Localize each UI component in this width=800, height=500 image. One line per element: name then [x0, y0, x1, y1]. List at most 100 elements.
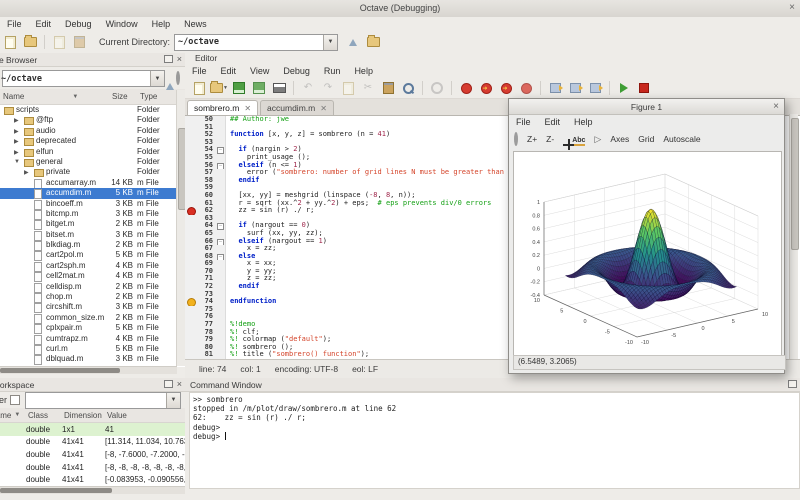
fold-margin[interactable] — [216, 176, 226, 185]
editor-menu-help[interactable]: Help — [347, 66, 380, 76]
remove-breakpoints-button[interactable] — [517, 80, 535, 96]
close-icon[interactable]: × — [177, 380, 182, 389]
file-row[interactable]: scripts Folder — [0, 105, 185, 115]
editor-vertical-scrollbar[interactable] — [789, 114, 799, 360]
workspace-horizontal-scrollbar[interactable] — [0, 486, 185, 494]
file-row[interactable]: cart2pol.m 5 KB m File — [0, 250, 185, 262]
fold-margin[interactable]: – — [216, 161, 226, 170]
expand-icon[interactable]: ▶ — [14, 138, 19, 145]
chevron-down-icon[interactable]: ▼ — [150, 71, 164, 86]
fold-margin[interactable] — [216, 313, 226, 322]
new-file-button[interactable] — [190, 80, 208, 96]
copy-button[interactable] — [339, 80, 357, 96]
tab-close-icon[interactable]: ✕ — [320, 104, 327, 113]
directory-up-button[interactable] — [344, 34, 362, 50]
fold-margin[interactable] — [216, 321, 226, 329]
fold-margin[interactable] — [216, 275, 226, 284]
figure-window[interactable]: Figure 1 × File Edit Help Z+ Z- Abc ▷ Axes… — [508, 98, 786, 374]
file-row[interactable]: circshift.m 3 KB m File — [0, 302, 185, 314]
print-button[interactable] — [270, 80, 288, 96]
fold-margin[interactable] — [216, 116, 226, 124]
fold-margin[interactable] — [216, 305, 226, 314]
editor-menu-edit[interactable]: Edit — [214, 66, 244, 76]
column-type[interactable]: Type — [140, 92, 157, 101]
file-row[interactable]: cumtrapz.m 4 KB m File — [0, 334, 185, 345]
figure-menu-file[interactable]: File — [509, 117, 538, 127]
zoom-in-button[interactable]: Z+ — [527, 134, 537, 144]
fold-margin[interactable] — [216, 131, 226, 139]
file-row[interactable]: dblquad.m 3 KB m File — [0, 354, 185, 366]
scrollbar-thumb[interactable] — [791, 118, 799, 250]
breakpoint-margin[interactable] — [185, 214, 196, 223]
editor-menu-run[interactable]: Run — [317, 66, 348, 76]
fold-margin[interactable] — [216, 153, 226, 162]
sort-descending-icon[interactable]: ▼ — [72, 94, 78, 100]
fold-margin[interactable] — [216, 290, 226, 299]
toggle-breakpoint-button[interactable] — [457, 80, 475, 96]
breakpoint-margin[interactable] — [185, 131, 196, 139]
save-file-as-button[interactable] — [250, 80, 268, 96]
menu-debug[interactable]: Debug — [58, 19, 99, 29]
editor-menu-debug[interactable]: Debug — [276, 66, 317, 76]
breakpoint-margin[interactable] — [185, 267, 196, 276]
workspace-row[interactable]: double 1x1 41 — [0, 423, 185, 436]
breakpoint-margin[interactable] — [185, 336, 196, 344]
fold-margin[interactable] — [216, 328, 226, 337]
column-name[interactable]: Name — [3, 92, 24, 101]
insert-text-button[interactable]: Abc — [572, 134, 586, 146]
expand-icon[interactable]: ▶ — [14, 128, 19, 135]
save-file-button[interactable] — [230, 80, 248, 96]
breakpoint-margin[interactable] — [185, 123, 196, 132]
open-file-button[interactable] — [21, 34, 39, 50]
figure-close-icon[interactable]: × — [773, 101, 779, 113]
file-row[interactable]: cart2sph.m 4 KB m File — [0, 261, 185, 272]
fold-margin[interactable] — [216, 199, 226, 208]
breakpoint-margin[interactable] — [185, 313, 196, 322]
column-class[interactable]: Class — [28, 411, 48, 420]
browse-directory-button[interactable] — [364, 34, 382, 50]
rotate-button[interactable] — [514, 132, 518, 146]
breakpoint-margin[interactable] — [185, 146, 196, 154]
breakpoint-margin[interactable] — [185, 191, 196, 200]
command-window-header[interactable]: Command Window — [185, 378, 800, 392]
workspace-row[interactable]: double 41x41 [11.314, 11.034, 10.763, 1 — [0, 435, 185, 449]
plot-canvas[interactable]: -10 -5 0 5 10 -10 -5 0 5 10 1 0.8 0.6 0.4 0.2 0 -0.2 -0.4 — [513, 151, 782, 358]
file-row[interactable]: accumarray.m 14 KB m File — [0, 178, 185, 189]
fold-margin[interactable] — [216, 298, 226, 306]
step-over-button[interactable] — [546, 80, 564, 96]
file-row[interactable]: bitget.m 2 KB m File — [0, 219, 185, 231]
chevron-down-icon[interactable]: ▼ — [323, 34, 338, 50]
fold-margin[interactable] — [216, 214, 226, 223]
file-row[interactable]: bitset.m 3 KB m File — [0, 230, 185, 241]
open-file-button[interactable]: ▼ — [210, 80, 228, 96]
workspace-header[interactable]: Workspace × — [0, 378, 185, 392]
fold-margin[interactable] — [216, 336, 226, 344]
chevron-down-icon[interactable]: ▼ — [166, 392, 180, 408]
breakpoint-margin[interactable] — [185, 305, 196, 314]
fold-margin[interactable] — [216, 229, 226, 238]
workspace-row[interactable]: double 41x41 [-0.083953, -0.090556, -0. — [0, 473, 185, 486]
sort-icon[interactable]: ▼ — [14, 412, 20, 418]
file-row[interactable]: chop.m 2 KB m File — [0, 292, 185, 304]
find-replace-button[interactable] — [399, 80, 417, 96]
figure-menu-help[interactable]: Help — [567, 117, 600, 127]
breakpoint-margin[interactable] — [185, 199, 196, 208]
figure-titlebar[interactable]: Figure 1 × — [509, 99, 784, 115]
file-row[interactable]: celldisp.m 2 KB m File — [0, 282, 185, 293]
redo-button[interactable]: ↷ — [319, 80, 337, 96]
window-titlebar[interactable]: Octave (Debugging) × — [0, 0, 800, 18]
breakpoint-margin[interactable] — [185, 138, 196, 147]
fold-margin[interactable] — [216, 260, 226, 268]
file-row[interactable]: ▶ private Folder — [0, 167, 185, 178]
fold-margin[interactable]: – — [216, 146, 226, 155]
file-row[interactable]: ▼ general Folder — [0, 157, 185, 167]
axes-button[interactable]: Axes — [610, 134, 629, 144]
breakpoint-margin[interactable] — [185, 298, 196, 308]
editor-menu-file[interactable]: File — [185, 66, 214, 76]
breakpoint-margin[interactable] — [185, 153, 196, 162]
file-browser-column-header[interactable]: Name ▼ Size Type — [0, 89, 185, 105]
file-row[interactable]: cell2mat.m 4 KB m File — [0, 271, 185, 283]
file-row[interactable]: ▶ audio Folder — [0, 126, 185, 136]
next-breakpoint-button[interactable] — [477, 80, 495, 96]
menu-file[interactable]: File — [0, 19, 29, 29]
